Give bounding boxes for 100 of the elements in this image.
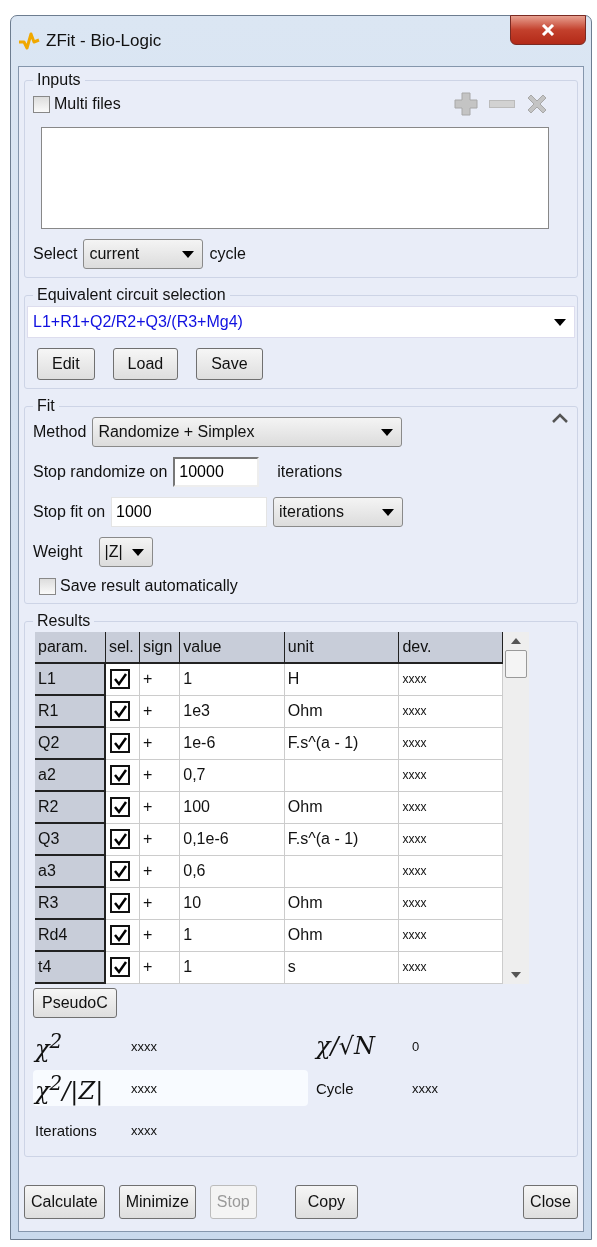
table-cell: F.s^(a - 1) <box>284 823 399 855</box>
row-header: R2 <box>35 791 106 823</box>
table-cell: 1 <box>179 951 285 983</box>
input-field[interactable]: 10000 <box>173 457 260 487</box>
table-cell: F.s^(a - 1) <box>284 727 399 759</box>
scroll-up-icon[interactable] <box>511 638 521 644</box>
row-header: a3 <box>35 855 106 887</box>
window-title: ZFit - Bio-Logic <box>46 31 162 51</box>
field-label: Stop randomize on <box>33 463 168 481</box>
table-cell: 1e3 <box>179 695 285 727</box>
table-cell: xxxx <box>398 855 503 887</box>
column-header: unit <box>284 632 399 663</box>
stat-label: χ$^{2}$ <box>35 1029 64 1063</box>
pseudoc-button[interactable]: PseudoC <box>33 988 117 1018</box>
circuit-button[interactable]: Edit <box>37 348 95 380</box>
row-header: t4 <box>35 951 106 983</box>
table-cell: 1 <box>179 919 285 951</box>
table-cell: xxxx <box>398 727 503 759</box>
row-header: a2 <box>35 759 106 791</box>
checkbox[interactable] <box>110 893 131 913</box>
table-cell: 0,7 <box>179 759 285 791</box>
table-cell: 10 <box>179 887 285 919</box>
row-header: L1 <box>35 663 106 695</box>
checkbox[interactable] <box>110 733 131 753</box>
table-cell: + <box>139 663 180 695</box>
close-icon <box>541 24 555 36</box>
table-cell: + <box>139 919 180 951</box>
checkbox[interactable] <box>110 957 131 977</box>
checkbox[interactable] <box>110 669 131 690</box>
weight-dropdown[interactable]: |Z| <box>98 537 153 567</box>
action-button[interactable]: Calculate <box>24 1185 105 1219</box>
stat-value: xxxx <box>131 1038 157 1054</box>
method-dropdown[interactable]: Randomize + Simplex <box>92 417 403 447</box>
stat-label: Iterations <box>35 1121 98 1139</box>
row-header: Q2 <box>35 727 106 759</box>
stat-label: χ/√N <box>316 1032 377 1060</box>
field-label: Select <box>33 245 78 263</box>
action-button[interactable]: Minimize <box>118 1185 196 1219</box>
table-cell: Ohm <box>284 919 399 951</box>
stat-value: xxxx <box>131 1080 157 1096</box>
row-header: Rd4 <box>35 919 106 951</box>
close-button[interactable] <box>510 15 586 45</box>
field-label: cycle <box>209 245 246 263</box>
file-list[interactable] <box>41 127 549 229</box>
table-cell: + <box>139 887 180 919</box>
stat-value: 0 <box>412 1038 420 1054</box>
checkbox[interactable] <box>110 861 131 881</box>
table-cell: xxxx <box>398 791 503 823</box>
cycle-dropdown[interactable]: current <box>83 239 204 269</box>
row-header: R3 <box>35 887 106 919</box>
table-cell: + <box>139 695 180 727</box>
circuit-button[interactable]: Load <box>112 348 179 380</box>
column-header: dev. <box>398 632 503 663</box>
table-cell: 1 <box>179 663 285 695</box>
field-label: Weight <box>33 543 83 561</box>
table-cell: 0,1e-6 <box>179 823 285 855</box>
table-cell: xxxx <box>398 663 503 695</box>
table-cell: H <box>284 663 399 695</box>
table-cell: + <box>139 823 180 855</box>
table-cell: xxxx <box>398 695 503 727</box>
table-cell: + <box>139 855 180 887</box>
column-header: sign <box>139 632 180 663</box>
table-cell: + <box>139 791 180 823</box>
stat-value: xxxx <box>131 1122 157 1138</box>
checkbox[interactable] <box>110 829 131 849</box>
checkbox[interactable] <box>33 95 50 113</box>
circuit-dropdown[interactable]: L1+R1+Q2/R2+Q3/(R3+Mg4) <box>27 306 575 338</box>
field-label: Stop fit on <box>33 503 106 521</box>
checkbox-label: Save result automatically <box>60 577 238 595</box>
table-cell: 100 <box>179 791 285 823</box>
table-cell: Ohm <box>284 887 399 919</box>
table-cell: 0,6 <box>179 855 285 887</box>
table-cell: s <box>284 951 399 983</box>
input-field[interactable]: 1000 <box>111 497 268 527</box>
circuit-button[interactable]: Save <box>196 348 263 380</box>
table-cell: xxxx <box>398 919 503 951</box>
unit-dropdown[interactable]: iterations <box>273 497 404 527</box>
checkbox[interactable] <box>39 577 56 595</box>
action-button[interactable]: Copy <box>294 1185 359 1219</box>
checkbox[interactable] <box>110 925 131 945</box>
table-cell: Ohm <box>284 695 399 727</box>
table-cell: + <box>139 759 180 791</box>
field-label: Method <box>33 423 87 441</box>
checkbox[interactable] <box>110 701 131 721</box>
waveform-icon <box>18 30 40 52</box>
stat-label: χ$^{2}$/|Z| <box>35 1071 105 1105</box>
checkbox[interactable] <box>110 765 131 785</box>
action-button[interactable]: Close <box>523 1185 578 1219</box>
scrollbar[interactable] <box>503 632 529 984</box>
column-header: value <box>179 632 285 663</box>
column-header: param. <box>35 632 106 663</box>
checkbox-label: Multi files <box>54 95 121 113</box>
chevron-icon[interactable] <box>551 413 569 423</box>
stat-label: Cycle <box>316 1079 355 1097</box>
checkbox[interactable] <box>110 797 131 817</box>
scrollbar-thumb[interactable] <box>505 650 527 678</box>
group-title: Equivalent circuit selection <box>36 286 227 304</box>
scroll-down-icon[interactable] <box>511 972 521 978</box>
table-cell: + <box>139 951 180 983</box>
field-label: iterations <box>277 463 343 481</box>
